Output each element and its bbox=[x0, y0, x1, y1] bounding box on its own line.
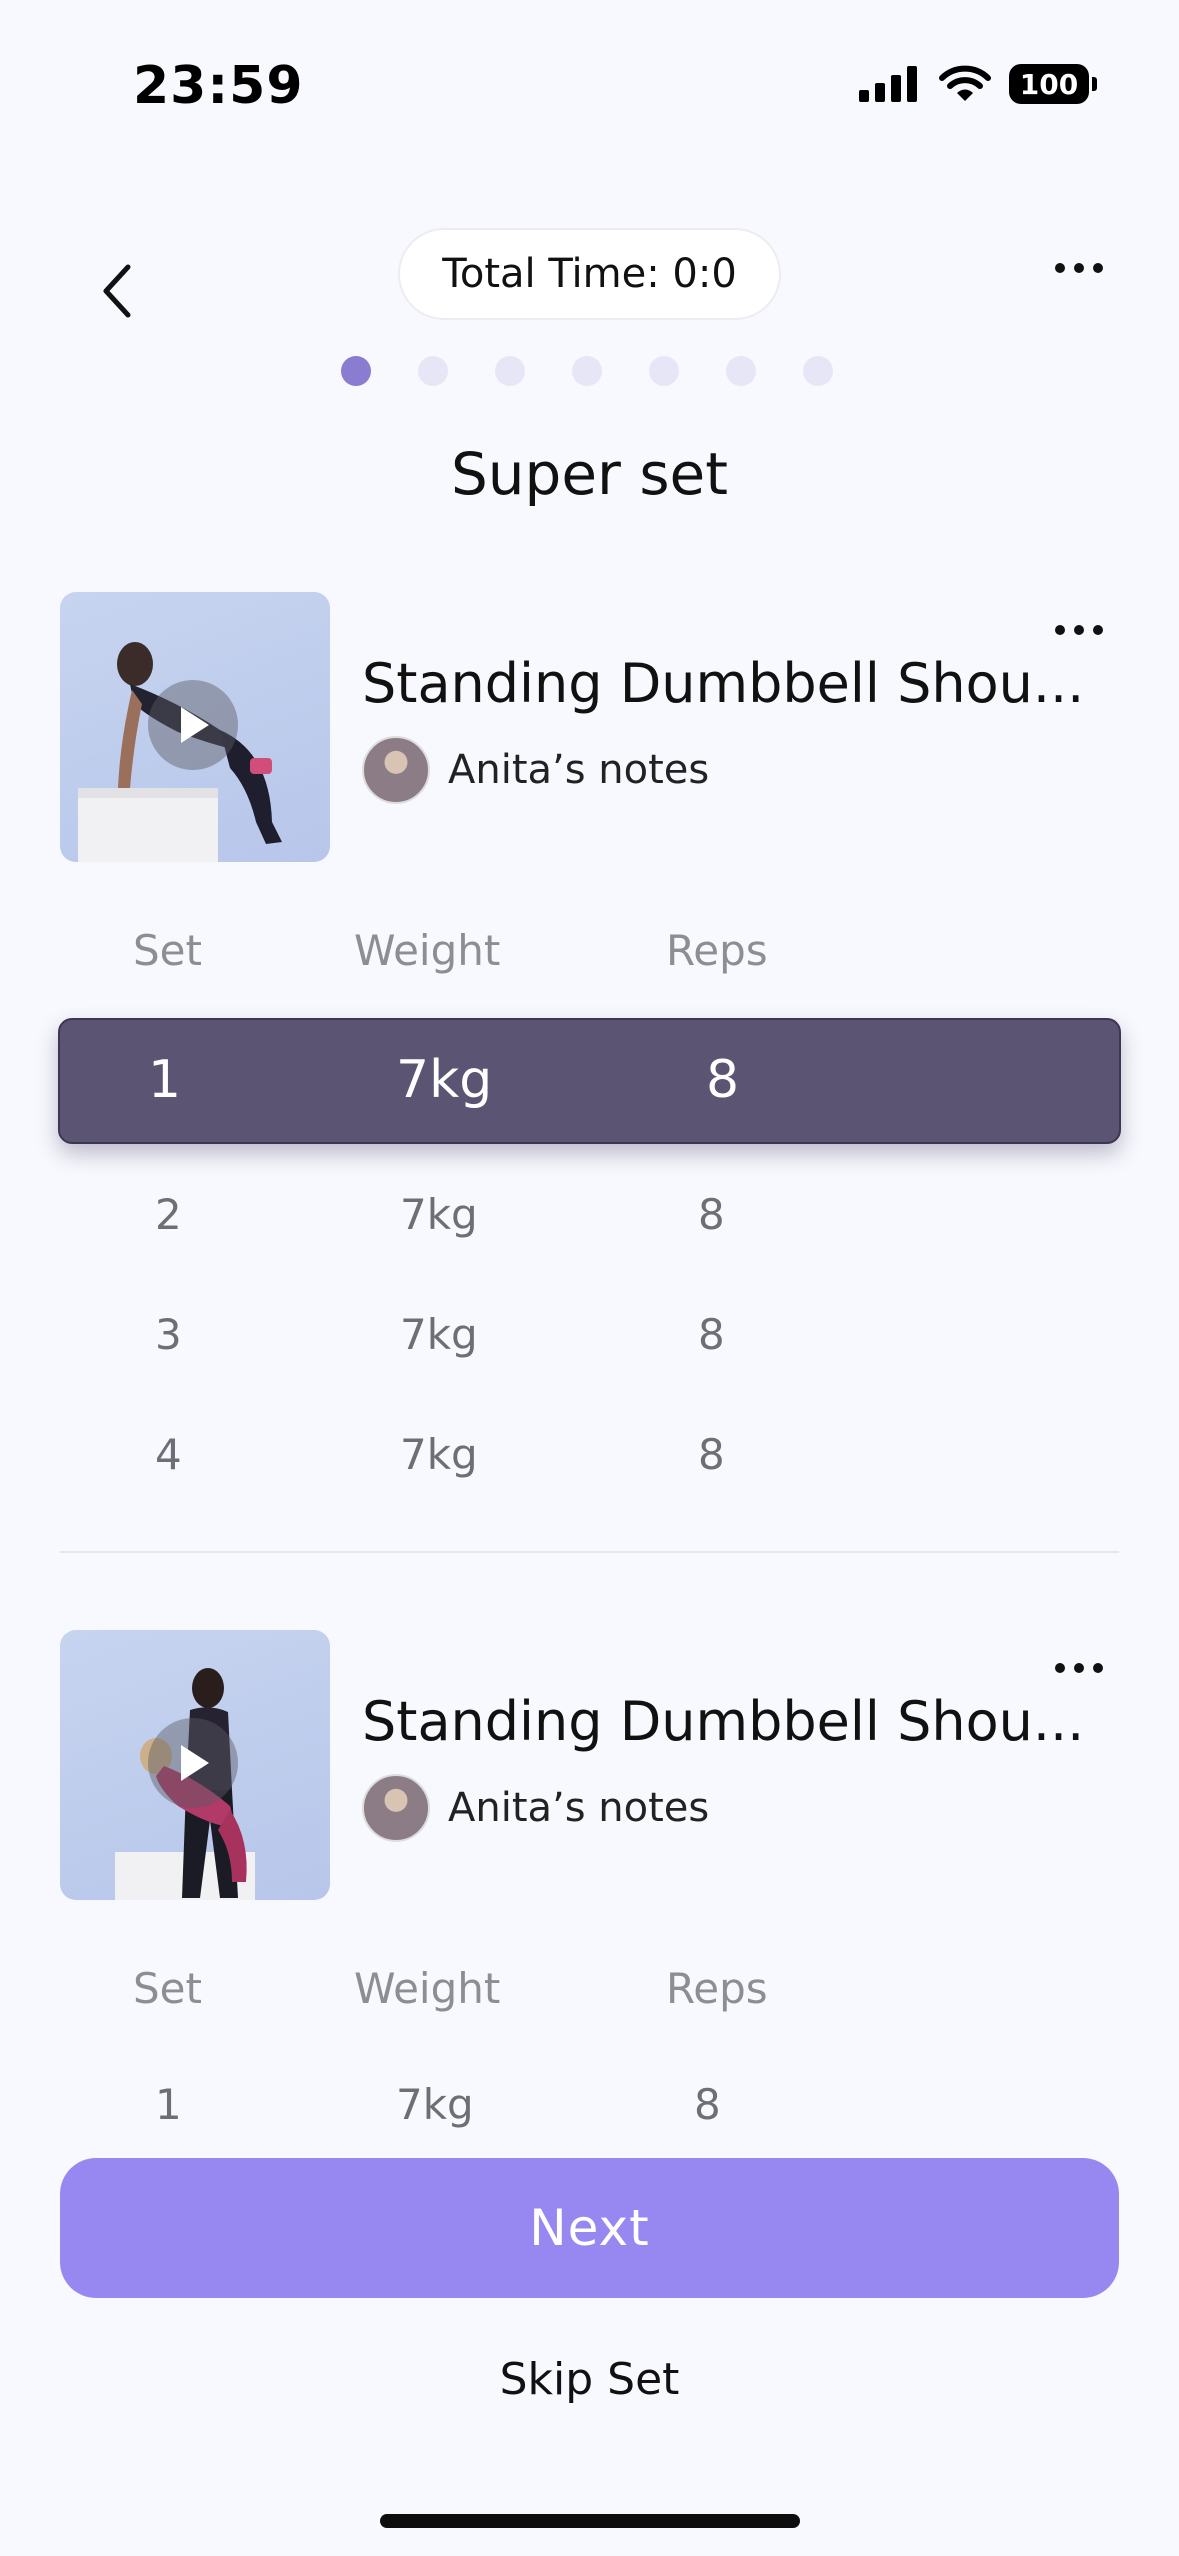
status-time: 23:59 bbox=[133, 56, 304, 116]
active-set-weight: 7kg bbox=[396, 1050, 493, 1110]
more-dot bbox=[1074, 1663, 1084, 1673]
set-number: 2 bbox=[155, 1190, 182, 1239]
set-weight: 7kg bbox=[400, 1430, 478, 1479]
battery-level: 100 bbox=[1019, 67, 1079, 101]
exercise-divider bbox=[60, 1551, 1119, 1553]
column-header-set: Set bbox=[133, 1964, 202, 2013]
play-triangle-icon bbox=[181, 707, 209, 743]
coach-avatar bbox=[362, 736, 430, 804]
exercise-2-more-button[interactable] bbox=[1044, 1648, 1114, 1688]
coach-avatar bbox=[362, 1774, 430, 1842]
pager-dot[interactable] bbox=[648, 356, 679, 386]
set-weight: 7kg bbox=[400, 1310, 478, 1359]
pager-dot[interactable] bbox=[417, 356, 448, 386]
active-set-row[interactable]: 1 7kg 8 bbox=[58, 1018, 1121, 1144]
active-set-number: 1 bbox=[148, 1050, 182, 1110]
exercise-2-notes[interactable]: Anita’s notes bbox=[362, 1774, 709, 1842]
total-time-value: 0:0 bbox=[672, 251, 737, 297]
page-title: Super set bbox=[450, 440, 728, 508]
chevron-left-icon bbox=[103, 264, 131, 318]
workout-more-button[interactable] bbox=[1044, 248, 1114, 288]
back-button[interactable] bbox=[92, 256, 140, 326]
set-weight: 7kg bbox=[400, 1190, 478, 1239]
workout-screen: 23:59 100 Total Time: 0:0 Super set Stan… bbox=[0, 0, 1179, 2556]
wifi-icon bbox=[939, 65, 991, 101]
exercise-1-video-thumbnail[interactable] bbox=[60, 592, 330, 862]
more-dots-icon bbox=[1055, 625, 1065, 635]
pager-dot[interactable] bbox=[725, 356, 756, 386]
set-reps: 8 bbox=[698, 1190, 725, 1239]
play-triangle-icon bbox=[181, 1745, 209, 1781]
more-dot bbox=[1074, 263, 1084, 273]
more-dot bbox=[1074, 625, 1084, 635]
exercise-1-name[interactable]: Standing Dumbbell Shou... bbox=[362, 652, 1084, 715]
exercise-2-name[interactable]: Standing Dumbbell Shou... bbox=[362, 1690, 1084, 1753]
exercise-1-more-button[interactable] bbox=[1044, 610, 1114, 650]
set-reps: 8 bbox=[698, 1430, 725, 1479]
home-indicator[interactable] bbox=[380, 2514, 800, 2528]
exercise-1-notes[interactable]: Anita’s notes bbox=[362, 736, 709, 804]
set-reps: 8 bbox=[694, 2080, 721, 2129]
more-dot bbox=[1093, 1663, 1103, 1673]
column-header-reps: Reps bbox=[666, 926, 768, 975]
total-time-label: Total Time: bbox=[442, 251, 660, 297]
play-icon bbox=[148, 1718, 238, 1808]
active-set-reps: 8 bbox=[706, 1050, 740, 1110]
set-number: 4 bbox=[155, 1430, 182, 1479]
status-icons: 100 bbox=[859, 64, 1097, 104]
pager-dot[interactable] bbox=[494, 356, 525, 386]
more-dots-icon bbox=[1055, 263, 1065, 273]
total-time-pill: Total Time: 0:0 bbox=[398, 228, 781, 320]
pager-dot[interactable] bbox=[571, 356, 602, 386]
cellular-signal-icon bbox=[859, 66, 917, 102]
more-dot bbox=[1093, 625, 1103, 635]
set-weight: 7kg bbox=[396, 2080, 474, 2129]
next-button[interactable]: Next bbox=[60, 2158, 1119, 2298]
column-header-reps: Reps bbox=[666, 1964, 768, 2013]
skip-set-button[interactable]: Skip Set bbox=[0, 2354, 1179, 2405]
exercise-2-notes-label: Anita’s notes bbox=[448, 1785, 710, 1831]
exercise-1-notes-label: Anita’s notes bbox=[448, 747, 710, 793]
set-reps: 8 bbox=[698, 1310, 725, 1359]
set-number: 3 bbox=[155, 1310, 182, 1359]
column-header-weight: Weight bbox=[354, 1964, 501, 2013]
pager-dot[interactable] bbox=[340, 356, 371, 386]
column-header-set: Set bbox=[133, 926, 202, 975]
pager-dots bbox=[0, 356, 1176, 386]
more-dots-icon bbox=[1055, 1663, 1065, 1673]
exercise-2-video-thumbnail[interactable] bbox=[60, 1630, 330, 1900]
column-header-weight: Weight bbox=[354, 926, 501, 975]
set-number: 1 bbox=[155, 2080, 182, 2129]
play-icon bbox=[148, 680, 238, 770]
battery-icon: 100 bbox=[1009, 64, 1097, 104]
more-dot bbox=[1093, 263, 1103, 273]
pager-dot[interactable] bbox=[802, 356, 833, 386]
